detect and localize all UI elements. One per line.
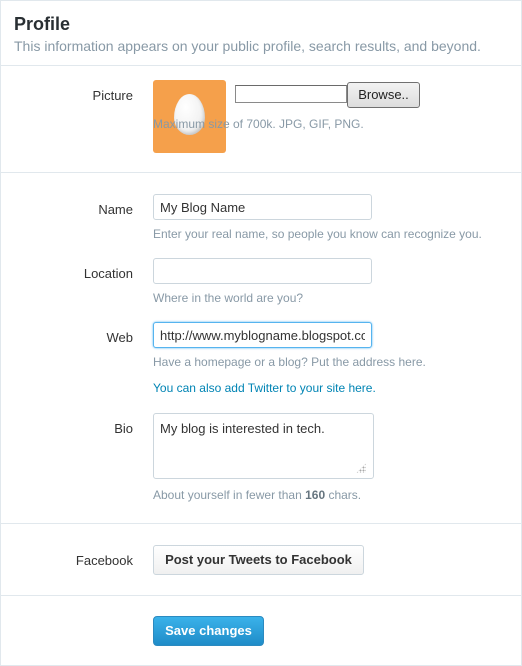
profile-header: Profile This information appears on your… xyxy=(1,1,521,66)
add-twitter-link[interactable]: You can also add Twitter to your site he… xyxy=(153,381,376,395)
facebook-label: Facebook xyxy=(75,553,133,568)
picture-label: Picture xyxy=(92,88,133,103)
profile-settings-panel: Profile This information appears on your… xyxy=(0,0,522,666)
web-label: Web xyxy=(106,330,134,345)
bio-help: About yourself in fewer than 160 chars. xyxy=(153,488,361,502)
name-label: Name xyxy=(98,202,133,217)
bio-label: Bio xyxy=(114,421,133,436)
web-help: Have a homepage or a blog? Put the addre… xyxy=(153,355,426,369)
post-to-facebook-button[interactable]: Post your Tweets to Facebook xyxy=(153,545,364,575)
bio-help-suffix: chars. xyxy=(325,488,362,502)
divider xyxy=(1,172,521,173)
bio-help-prefix: About yourself in fewer than xyxy=(153,488,306,502)
web-input[interactable] xyxy=(153,322,372,348)
divider xyxy=(1,523,521,524)
picture-help: Maximum size of 700k. JPG, GIF, PNG. xyxy=(153,117,364,131)
name-help: Enter your real name, so people you know… xyxy=(153,227,482,241)
file-path-field[interactable] xyxy=(235,85,347,103)
location-help: Where in the world are you? xyxy=(153,291,304,305)
divider xyxy=(1,595,521,596)
location-input[interactable] xyxy=(153,258,372,284)
save-changes-button[interactable]: Save changes xyxy=(153,616,264,646)
bio-char-limit: 160 xyxy=(305,488,326,502)
bio-textarea[interactable]: My blog is interested in tech. xyxy=(153,413,374,479)
browse-button[interactable]: Browse.. xyxy=(347,82,420,108)
location-label: Location xyxy=(83,266,133,281)
page-subtitle: This information appears on your public … xyxy=(14,38,481,54)
page-title: Profile xyxy=(14,14,71,34)
name-input[interactable] xyxy=(153,194,372,220)
